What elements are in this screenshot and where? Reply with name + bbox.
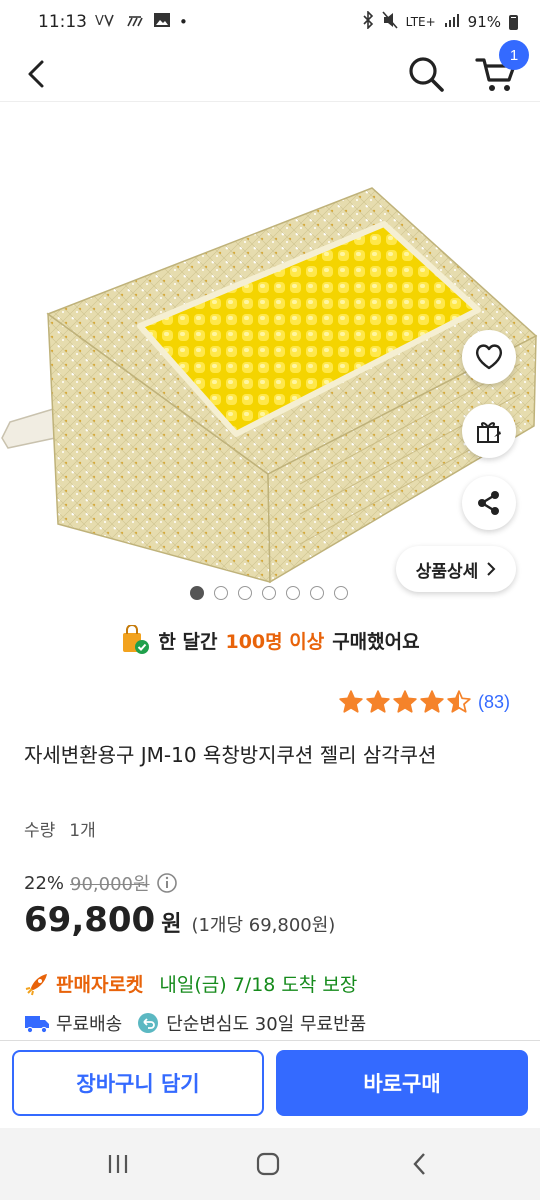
gift-button[interactable] — [462, 404, 516, 458]
star-icon — [420, 690, 444, 713]
wishlist-button[interactable] — [462, 330, 516, 384]
buy-now-button[interactable]: 바로구매 — [276, 1050, 528, 1116]
product-title: 자세변환용구 JM-10 욕창방지쿠션 젤리 삼각쿠션 — [24, 743, 437, 767]
search-button[interactable] — [404, 52, 448, 96]
share-icon — [478, 491, 499, 515]
volte-icon: V — [95, 12, 117, 32]
recent-apps-button[interactable] — [98, 1146, 138, 1182]
unit-price: (1개당 69,800원) — [191, 915, 336, 936]
heart-icon — [475, 344, 503, 370]
home-icon — [256, 1152, 280, 1176]
star-icon — [366, 690, 390, 713]
delivery-row: 판매자로켓 내일(금) 7/18 도착 보장 — [24, 970, 357, 997]
battery-icon — [509, 14, 518, 30]
discount-rate: 22% — [24, 872, 65, 894]
truck-icon — [25, 1016, 49, 1034]
purchase-count-message: 한 달간 100명 이상 구매했어요 — [0, 620, 540, 660]
gallery-icon — [153, 12, 171, 32]
back-button[interactable] — [18, 54, 58, 94]
carousel-indicator — [190, 586, 348, 600]
sale-price-currency: 원 — [161, 912, 182, 937]
purchase-highlight: 100명 이상 — [225, 630, 325, 653]
carousel-dot[interactable] — [238, 586, 252, 600]
free-shipping-label: 무료배송 — [56, 1014, 123, 1035]
battery-label: 91% — [467, 13, 501, 31]
home-button[interactable] — [248, 1146, 288, 1182]
mute-icon — [382, 11, 398, 33]
quantity-label: 수량 — [24, 821, 56, 841]
carousel-dot[interactable] — [310, 586, 324, 600]
product-detail-label: 상품상세 — [415, 561, 479, 582]
carousel-dot[interactable] — [190, 586, 204, 600]
status-time: 11:13 — [38, 12, 87, 32]
benefits-row: 무료배송 단순변심도 30일 무료반품 — [24, 1010, 366, 1036]
product-image[interactable] — [0, 104, 540, 584]
star-rating — [338, 689, 472, 715]
purchase-suffix: 구매했어요 — [332, 630, 420, 653]
star-icon — [447, 690, 471, 713]
network-label: LTE+ — [405, 15, 436, 29]
cart-count-badge: 1 — [499, 40, 529, 70]
original-price: 90,000원 — [70, 874, 150, 895]
back-arrow-icon — [28, 60, 44, 88]
recent-apps-icon — [108, 1155, 128, 1173]
carousel-dot[interactable] — [286, 586, 300, 600]
chevron-right-icon — [487, 562, 496, 576]
top-navigation — [0, 44, 540, 102]
free-return-label: 단순변심도 30일 무료반품 — [166, 1014, 367, 1035]
sale-price-row: 69,800 원 (1개당 69,800원) — [24, 900, 335, 940]
search-icon — [409, 57, 444, 92]
seller-rocket-badge: 판매자로켓 — [56, 974, 144, 996]
quantity-value: 1개 — [69, 821, 96, 841]
cushion-illustration — [1, 187, 538, 584]
info-icon[interactable] — [156, 872, 178, 894]
notification-dot-icon: • — [179, 13, 188, 31]
purchase-action-bar: 장바구니 담기 바로구매 — [0, 1040, 540, 1128]
weather-icon — [125, 12, 145, 32]
gift-rocket-icon — [477, 422, 501, 443]
bluetooth-icon — [362, 10, 374, 33]
share-button[interactable] — [462, 476, 516, 530]
status-bar: 11:13 V • LTE+ 91% — [0, 0, 540, 44]
shopping-bag-check-icon — [123, 625, 150, 654]
rating-summary[interactable]: (83) — [338, 686, 510, 718]
svg-text:V: V — [95, 14, 104, 28]
return-icon — [138, 1013, 159, 1033]
star-icon — [339, 690, 363, 713]
add-to-cart-button[interactable]: 장바구니 담기 — [12, 1050, 264, 1116]
purchase-prefix: 한 달간 — [158, 630, 218, 653]
system-back-button[interactable] — [400, 1146, 440, 1182]
star-icon — [393, 690, 417, 713]
discount-row: 22% 90,000원 — [24, 870, 178, 896]
back-chevron-icon — [413, 1153, 425, 1175]
arrival-guarantee: 내일(금) 7/18 도착 보장 — [159, 974, 358, 996]
product-detail-button[interactable]: 상품상세 — [396, 546, 516, 592]
sale-price: 69,800 — [24, 900, 156, 940]
review-count[interactable]: (83) — [478, 692, 510, 713]
signal-icon — [444, 12, 460, 32]
carousel-dot[interactable] — [262, 586, 276, 600]
system-navigation-bar — [0, 1128, 540, 1200]
carousel-dot[interactable] — [334, 586, 348, 600]
rocket-icon — [25, 973, 47, 995]
carousel-dot[interactable] — [214, 586, 228, 600]
quantity-row: 수량 1개 — [24, 816, 110, 841]
